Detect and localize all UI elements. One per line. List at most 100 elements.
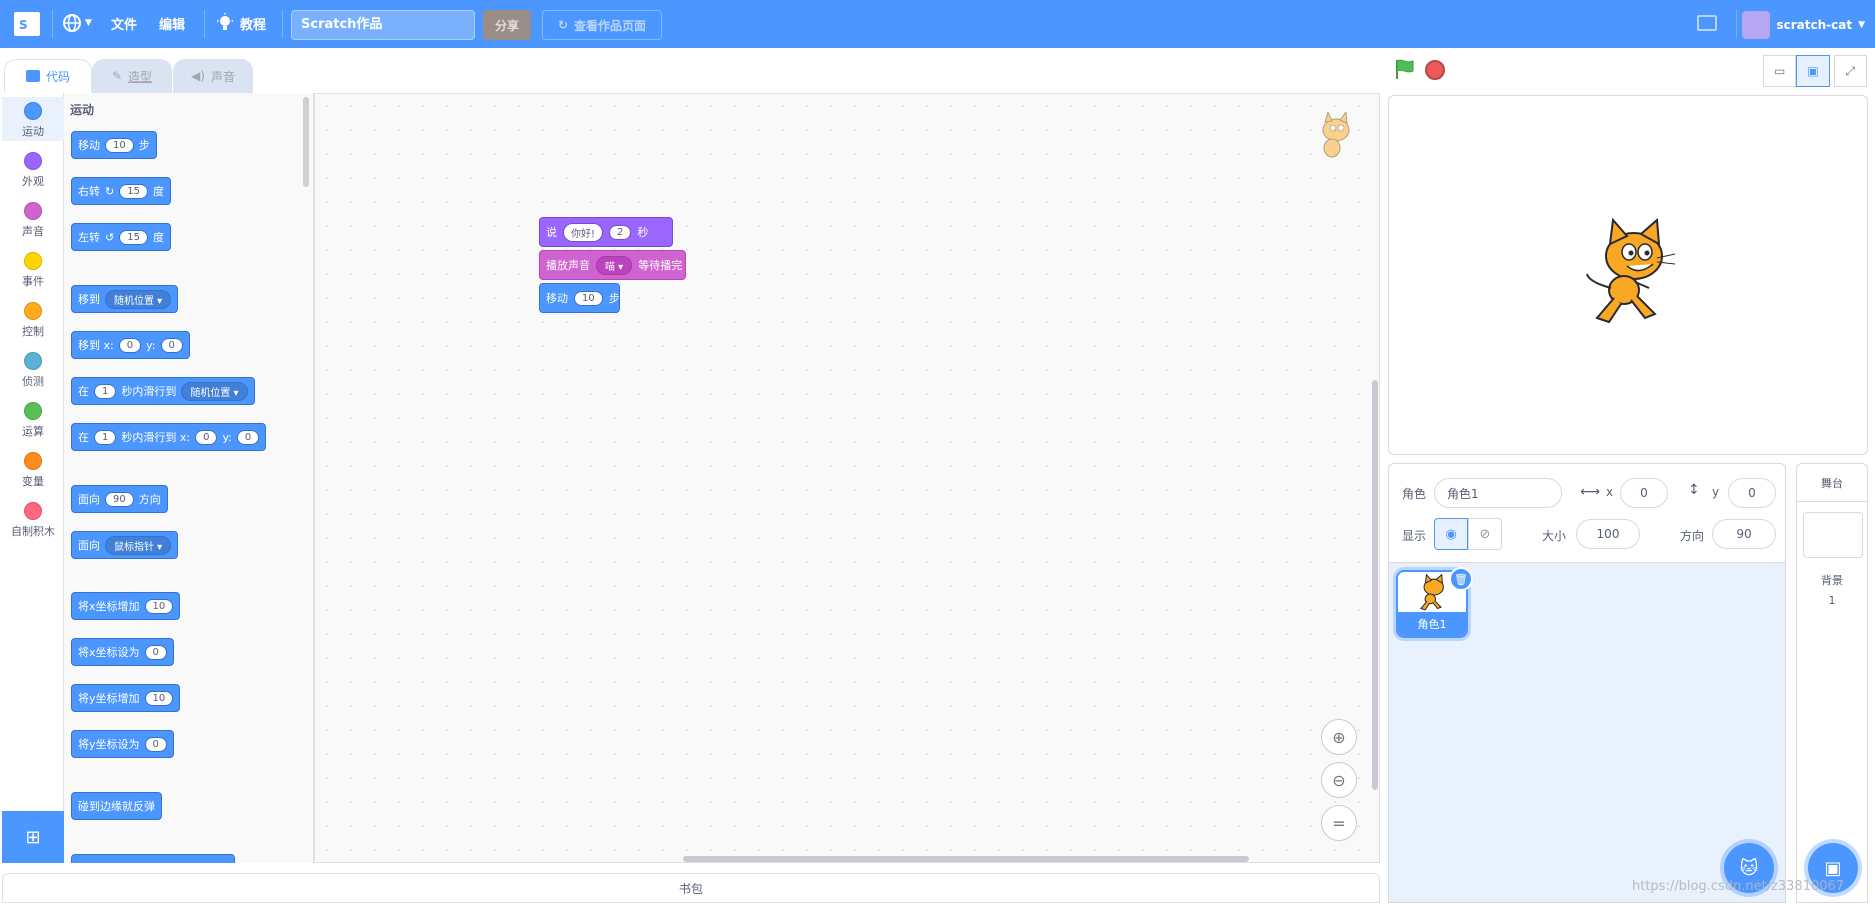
block-input[interactable]: 0 xyxy=(118,337,142,353)
block-input[interactable]: 10 xyxy=(144,690,174,706)
block-play-sound-until-done[interactable]: 播放声音 喵 ▾ 等待播完 xyxy=(539,250,686,280)
block-text: 移动 xyxy=(78,139,100,152)
block-glide-xy[interactable]: 在 1 秒内滑行到 x: 0 y: 0 xyxy=(71,423,267,451)
block-input[interactable]: 2 xyxy=(609,224,632,240)
block-goto[interactable]: 移到 随机位置 ▾ xyxy=(71,285,179,313)
block-dropdown[interactable]: 随机位置 ▾ xyxy=(105,289,172,309)
scratch-cat-sprite xyxy=(1586,218,1676,324)
tab-sounds[interactable]: ◀) 声音 xyxy=(173,59,253,93)
backpack[interactable]: 书包 xyxy=(2,873,1380,903)
backdrops-label: 背景 xyxy=(1821,574,1843,587)
block-input[interactable]: 10 xyxy=(105,137,134,153)
block-say-for-secs[interactable]: 说 你好! 2 秒 xyxy=(539,217,673,247)
category-label: 运动 xyxy=(22,125,44,138)
block-input[interactable]: 0 xyxy=(236,429,260,445)
large-stage-button[interactable]: ▣ xyxy=(1796,55,1830,87)
block-input[interactable]: 0 xyxy=(144,644,167,660)
block-point-towards[interactable]: 面向 鼠标指针 ▾ xyxy=(71,531,179,559)
block-input[interactable]: 90 xyxy=(105,491,134,507)
block-input[interactable]: 0 xyxy=(144,736,167,752)
tab-code[interactable]: 代码 xyxy=(4,59,92,93)
block-text: 将y坐标设为 xyxy=(78,738,140,751)
x-input[interactable]: 0 xyxy=(1620,478,1668,508)
block-move-steps[interactable]: 移动 10 步 xyxy=(539,283,620,313)
block-goto-xy[interactable]: 移到 x: 0 y: 0 xyxy=(71,331,190,359)
small-stage-icon: ▭ xyxy=(1773,64,1786,78)
direction-input[interactable]: 90 xyxy=(1712,519,1776,549)
block-input[interactable]: 1 xyxy=(94,383,117,399)
block-point-direction[interactable]: 面向 90 方向 xyxy=(71,485,168,513)
sprite-name-input[interactable]: 角色1 xyxy=(1434,478,1562,508)
block-input[interactable]: 0 xyxy=(195,429,218,445)
workspace-vertical-scrollbar[interactable] xyxy=(1372,380,1378,790)
category-control[interactable]: 控制 xyxy=(2,297,64,341)
small-stage-button[interactable]: ▭ xyxy=(1763,55,1797,87)
y-input[interactable]: 0 xyxy=(1728,478,1776,508)
block-input[interactable]: 15 xyxy=(119,229,148,245)
block-input[interactable]: 你好! xyxy=(563,222,604,242)
hide-sprite-button[interactable]: ⊘ xyxy=(1468,518,1502,550)
share-button[interactable]: 分享 xyxy=(483,10,531,40)
zoom-in-button[interactable]: ⊕ xyxy=(1321,719,1357,755)
block-dropdown[interactable]: 随机位置 ▾ xyxy=(181,381,248,401)
category-my-blocks[interactable]: 自制积木 xyxy=(2,497,64,541)
tab-sounds-label: 声音 xyxy=(210,69,235,84)
project-title-input[interactable]: Scratch作品 xyxy=(291,10,475,40)
delete-sprite-button[interactable]: 🗑 xyxy=(1449,567,1473,591)
block-dropdown[interactable]: 鼠标指针 ▾ xyxy=(105,535,172,555)
block-move-steps[interactable]: 移动 10 步 xyxy=(71,131,157,159)
workspace-horizontal-scrollbar[interactable] xyxy=(683,856,1249,862)
size-input[interactable]: 100 xyxy=(1576,519,1640,549)
block-turn-left[interactable]: 左转 ↺ 15 度 xyxy=(71,223,171,251)
fullscreen-button[interactable]: ⤢ xyxy=(1833,55,1867,87)
block-input[interactable]: 15 xyxy=(119,183,148,199)
block-text: 秒 xyxy=(637,226,649,239)
block-set-y[interactable]: 将y坐标设为 0 xyxy=(71,730,174,758)
script-workspace[interactable] xyxy=(314,93,1380,863)
palette-scrollbar[interactable] xyxy=(303,97,309,187)
tutorials-button[interactable]: 教程 xyxy=(216,13,266,33)
block-turn-right[interactable]: 右转 ↻ 15 度 xyxy=(71,177,171,205)
stop-icon[interactable] xyxy=(1425,60,1445,80)
category-looks[interactable]: 外观 xyxy=(2,147,64,191)
green-flag-icon[interactable] xyxy=(1394,58,1416,80)
tab-costumes[interactable]: ✎ 造型 xyxy=(92,59,172,93)
tutorials-label: 教程 xyxy=(240,17,267,33)
category-variables[interactable]: 变量 xyxy=(2,447,64,491)
category-sensing[interactable]: 侦测 xyxy=(2,347,64,391)
category-operators[interactable]: 运算 xyxy=(2,397,64,441)
zoom-out-button[interactable]: ⊖ xyxy=(1321,762,1357,798)
block-dropdown[interactable]: 喵 ▾ xyxy=(596,255,633,275)
block-text: 面向 xyxy=(78,539,100,552)
account-menu[interactable]: scratch-cat ▼ xyxy=(1742,10,1865,40)
block-text: 移动 xyxy=(546,292,568,305)
see-project-page-button[interactable]: ↻ 查看作品页面 xyxy=(542,10,662,40)
block-bounce[interactable]: 碰到边缘就反弹 xyxy=(71,792,162,820)
block-text: 左转 xyxy=(78,231,100,244)
add-extension-button[interactable]: ⊞ xyxy=(2,811,64,863)
edit-menu[interactable]: 编辑 xyxy=(159,14,185,33)
my-stuff-folder-icon[interactable] xyxy=(1697,15,1717,31)
block-change-x[interactable]: 将x坐标增加 10 xyxy=(71,592,181,620)
language-menu[interactable]: ▼ xyxy=(62,13,92,33)
file-menu[interactable]: 文件 xyxy=(111,14,137,33)
speaker-icon: ◀) xyxy=(191,69,205,83)
block-input[interactable]: 10 xyxy=(144,598,174,614)
block-text: 移到 xyxy=(78,293,100,306)
category-motion[interactable]: 运动 xyxy=(2,97,64,141)
category-events[interactable]: 事件 xyxy=(2,247,64,291)
zoom-reset-button[interactable]: = xyxy=(1321,805,1357,841)
category-label: 声音 xyxy=(22,225,44,238)
stage-selector[interactable]: 舞台 背景 1 xyxy=(1796,463,1868,903)
block-change-y[interactable]: 将y坐标增加 10 xyxy=(71,684,181,712)
block-input[interactable]: 10 xyxy=(574,290,603,306)
block-set-x[interactable]: 将x坐标设为 0 xyxy=(71,638,174,666)
stage-canvas[interactable] xyxy=(1388,95,1868,455)
category-sound[interactable]: 声音 xyxy=(2,197,64,241)
block-input[interactable]: 1 xyxy=(94,429,117,445)
block-glide-to[interactable]: 在 1 秒内滑行到 随机位置 ▾ xyxy=(71,377,255,405)
show-sprite-button[interactable]: ◉ xyxy=(1434,518,1468,550)
scratch-logo-icon[interactable]: S xyxy=(14,12,40,36)
block-partial[interactable] xyxy=(71,854,235,863)
block-input[interactable]: 0 xyxy=(160,337,183,353)
